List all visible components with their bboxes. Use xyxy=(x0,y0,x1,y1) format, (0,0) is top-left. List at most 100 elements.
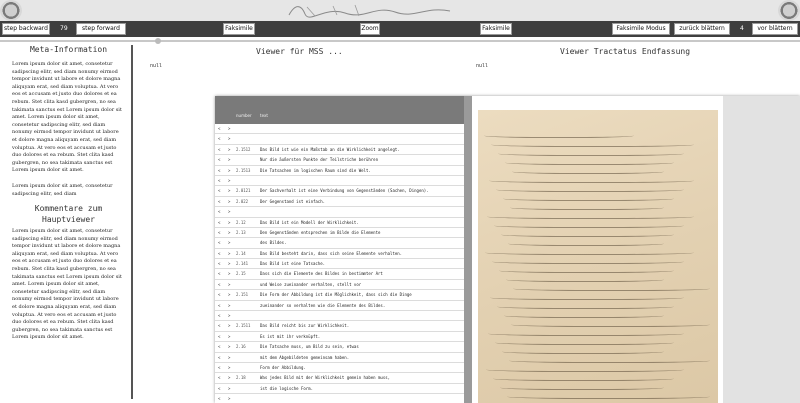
handwriting-line xyxy=(489,177,694,183)
slider-handle[interactable] xyxy=(155,38,161,44)
prev-arrow-icon[interactable]: < xyxy=(218,259,220,269)
row-number: 2.14 xyxy=(236,250,246,256)
kommentare-title: Kommentare zum Hauptviewer xyxy=(34,204,103,225)
prev-arrow-icon[interactable]: < xyxy=(218,321,220,331)
prev-arrow-icon[interactable]: < xyxy=(218,134,220,144)
step-backward-button[interactable]: step backward xyxy=(2,23,50,35)
next-arrow-icon[interactable]: > xyxy=(228,218,230,228)
table-row: < >2.14 Das Bild besteht darin, dass sich … xyxy=(215,249,464,260)
handwriting-line xyxy=(488,330,684,336)
zoom-button[interactable]: Zoom xyxy=(360,23,380,35)
text-table-header: number text xyxy=(215,96,464,124)
row-text: Der Gegenstand ist einfach. xyxy=(260,198,326,204)
faksimile-button-right[interactable]: Faksimile xyxy=(480,23,512,35)
facsimile-page xyxy=(472,96,723,403)
next-arrow-icon[interactable]: > xyxy=(228,176,230,186)
next-arrow-icon[interactable]: > xyxy=(228,166,230,176)
prev-arrow-icon[interactable]: < xyxy=(218,155,220,165)
prev-arrow-icon[interactable]: < xyxy=(218,269,220,279)
prev-arrow-icon[interactable]: < xyxy=(218,342,220,352)
prev-arrow-icon[interactable]: < xyxy=(218,186,220,196)
prev-arrow-icon[interactable]: < xyxy=(218,249,220,259)
step-forward-button[interactable]: step forward xyxy=(76,23,126,35)
seal-icon xyxy=(778,0,800,21)
next-arrow-icon[interactable]: > xyxy=(228,228,230,238)
row-text: Das Bild besteht darin, dass sich seine … xyxy=(260,250,403,256)
prev-arrow-icon[interactable]: < xyxy=(218,394,220,403)
handwriting-line xyxy=(509,357,710,363)
viewer-tractatus-title: Viewer Tractatus Endfassung xyxy=(560,47,691,56)
handwriting-line xyxy=(487,213,694,219)
row-text: Die Form der Abbildung ist die Möglichke… xyxy=(260,292,412,298)
table-row: < > zueinander so verhalten wie die Elemen… xyxy=(215,301,464,312)
next-arrow-icon[interactable]: > xyxy=(228,280,230,290)
row-number: 2.151 xyxy=(236,292,249,298)
next-arrow-icon[interactable]: > xyxy=(228,290,230,300)
prev-arrow-icon[interactable]: < xyxy=(218,311,220,321)
row-number: 2.1512 xyxy=(236,146,251,152)
meta-title: Meta-Information xyxy=(29,45,108,54)
prev-arrow-icon[interactable]: < xyxy=(218,353,220,363)
next-arrow-icon[interactable]: > xyxy=(228,207,230,217)
table-row: < > Es ist mit ihr verknüpft. xyxy=(215,332,464,343)
prev-arrow-icon[interactable]: < xyxy=(218,228,220,238)
row-text: Das Bild ist ein Modell der Wirklichkeit… xyxy=(260,219,359,225)
handwriting-line xyxy=(497,303,674,309)
prev-arrow-icon[interactable]: < xyxy=(218,218,220,228)
table-row: < > xyxy=(215,134,464,145)
text-page: number text < > < > < >2.1512 Das Bild ist wie… xyxy=(215,96,464,403)
prev-arrow-icon[interactable]: < xyxy=(218,166,220,176)
viewer-mss-title: Viewer für MSS ... xyxy=(256,47,343,56)
next-arrow-icon[interactable]: > xyxy=(228,259,230,269)
next-arrow-icon[interactable]: > xyxy=(228,186,230,196)
next-arrow-icon[interactable]: > xyxy=(228,373,230,383)
next-arrow-icon[interactable]: > xyxy=(228,363,230,373)
next-arrow-icon[interactable]: > xyxy=(228,321,230,331)
table-row: < >2.1512 Das Bild ist wie ein Maßstab an … xyxy=(215,145,464,156)
prev-arrow-icon[interactable]: < xyxy=(218,290,220,300)
prev-arrow-icon[interactable]: < xyxy=(218,332,220,342)
next-arrow-icon[interactable]: > xyxy=(228,353,230,363)
table-row: < > ist die logische Form. xyxy=(215,384,464,395)
next-arrow-icon[interactable]: > xyxy=(228,332,230,342)
faksimile-modus-button[interactable]: Faksimile Modus xyxy=(612,23,670,35)
next-arrow-icon[interactable]: > xyxy=(228,269,230,279)
next-arrow-icon[interactable]: > xyxy=(228,394,230,403)
prev-arrow-icon[interactable]: < xyxy=(218,124,220,134)
prev-arrow-icon[interactable]: < xyxy=(218,363,220,373)
zurueck-blaettern-button[interactable]: zurück blättern xyxy=(674,23,730,35)
prev-arrow-icon[interactable]: < xyxy=(218,384,220,394)
handwriting-line xyxy=(490,294,684,300)
next-arrow-icon[interactable]: > xyxy=(228,197,230,207)
prev-arrow-icon[interactable]: < xyxy=(218,373,220,383)
prev-arrow-icon[interactable]: < xyxy=(218,176,220,186)
slider-track[interactable] xyxy=(0,40,800,42)
next-arrow-icon[interactable]: > xyxy=(228,301,230,311)
next-arrow-icon[interactable]: > xyxy=(228,134,230,144)
prev-arrow-icon[interactable]: < xyxy=(218,280,220,290)
row-number: 2.0121 xyxy=(236,188,251,194)
next-arrow-icon[interactable]: > xyxy=(228,311,230,321)
next-arrow-icon[interactable]: > xyxy=(228,384,230,394)
next-arrow-icon[interactable]: > xyxy=(228,342,230,352)
vor-blaettern-button[interactable]: vor blättern xyxy=(752,23,798,35)
table-row: < >2.18 Was jedes Bild mit der Wirklichkei… xyxy=(215,373,464,384)
next-arrow-icon[interactable]: > xyxy=(228,249,230,259)
prev-arrow-icon[interactable]: < xyxy=(218,207,220,217)
next-arrow-icon[interactable]: > xyxy=(228,155,230,165)
table-row: < > des Bildes. xyxy=(215,238,464,249)
next-arrow-icon[interactable]: > xyxy=(228,145,230,155)
signature-icon xyxy=(288,4,451,18)
faksimile-button-left[interactable]: Faksimile xyxy=(223,23,255,35)
page-divider[interactable] xyxy=(464,96,472,403)
facsimile-image xyxy=(478,110,718,403)
prev-arrow-icon[interactable]: < xyxy=(218,197,220,207)
text-table-body: < > < > < >2.1512 Das Bild ist wie ein Maßstab… xyxy=(215,124,464,403)
prev-arrow-icon[interactable]: < xyxy=(218,145,220,155)
next-arrow-icon[interactable]: > xyxy=(228,238,230,248)
prev-arrow-icon[interactable]: < xyxy=(218,301,220,311)
next-arrow-icon[interactable]: > xyxy=(228,124,230,134)
meta-paragraph-2: Lorem ipsum dolor sit amet, consetetur s… xyxy=(12,182,113,197)
row-text: Der Sachverhalt ist eine Verbindung von … xyxy=(260,188,429,194)
prev-arrow-icon[interactable]: < xyxy=(218,238,220,248)
